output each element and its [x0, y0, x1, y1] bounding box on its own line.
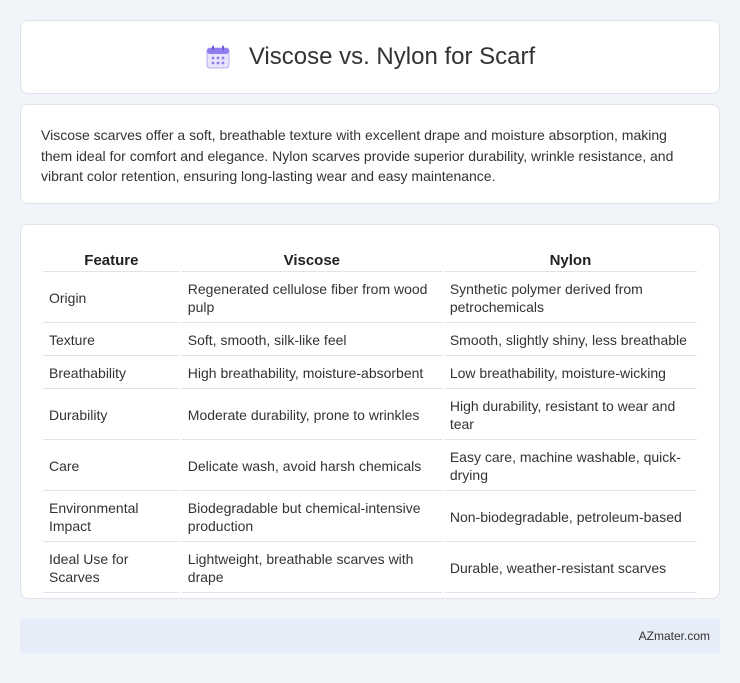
- table-header-row: Feature Viscose Nylon: [43, 246, 697, 272]
- table-row: Environmental Impact Biodegradable but c…: [43, 493, 697, 542]
- table-row: Origin Regenerated cellulose fiber from …: [43, 274, 697, 323]
- summary-card: Viscose scarves offer a soft, breathable…: [20, 104, 720, 204]
- row-feature: Texture: [43, 325, 180, 356]
- row-viscose: Regenerated cellulose fiber from wood pu…: [181, 274, 442, 323]
- row-feature: Durability: [43, 391, 180, 440]
- table-row: Ideal Use for Scarves Lightweight, breat…: [43, 544, 697, 593]
- row-viscose: Moderate durability, prone to wrinkles: [181, 391, 442, 440]
- page-title: Viscose vs. Nylon for Scarf: [248, 43, 536, 70]
- header-nylon: Nylon: [443, 246, 697, 272]
- comparison-card: Feature Viscose Nylon Origin Regenerated…: [20, 224, 720, 599]
- row-nylon: High durability, resistant to wear and t…: [443, 391, 697, 440]
- row-nylon: Synthetic polymer derived from petrochem…: [443, 274, 697, 323]
- table-row: Breathability High breathability, moistu…: [43, 358, 697, 389]
- row-nylon: Non-biodegradable, petroleum-based: [443, 493, 697, 542]
- title-wrap: Viscose vs. Nylon for Scarf: [205, 43, 535, 71]
- title-card: Viscose vs. Nylon for Scarf: [20, 20, 720, 94]
- row-feature: Origin: [43, 274, 180, 323]
- footer: AZmater.com: [20, 619, 720, 653]
- header-feature: Feature: [43, 246, 180, 272]
- summary-text: Viscose scarves offer a soft, breathable…: [41, 127, 674, 184]
- row-nylon: Easy care, machine washable, quick-dryin…: [443, 442, 697, 491]
- row-feature: Breathability: [43, 358, 180, 389]
- row-viscose: Biodegradable but chemical-intensive pro…: [181, 493, 442, 542]
- comparison-table: Feature Viscose Nylon Origin Regenerated…: [41, 244, 699, 595]
- row-viscose: Delicate wash, avoid harsh chemicals: [181, 442, 442, 491]
- row-feature: Environmental Impact: [43, 493, 180, 542]
- row-nylon: Low breathability, moisture-wicking: [443, 358, 697, 389]
- header-viscose: Viscose: [181, 246, 442, 272]
- row-nylon: Durable, weather-resistant scarves: [443, 544, 697, 593]
- row-feature: Ideal Use for Scarves: [43, 544, 180, 593]
- calendar-icon: [205, 44, 231, 70]
- footer-link[interactable]: AZmater.com: [639, 629, 710, 643]
- row-feature: Care: [43, 442, 180, 491]
- row-nylon: Smooth, slightly shiny, less breathable: [443, 325, 697, 356]
- table-row: Durability Moderate durability, prone to…: [43, 391, 697, 440]
- row-viscose: Soft, smooth, silk-like feel: [181, 325, 442, 356]
- table-row: Care Delicate wash, avoid harsh chemical…: [43, 442, 697, 491]
- table-row: Texture Soft, smooth, silk-like feel Smo…: [43, 325, 697, 356]
- row-viscose: High breathability, moisture-absorbent: [181, 358, 442, 389]
- row-viscose: Lightweight, breathable scarves with dra…: [181, 544, 442, 593]
